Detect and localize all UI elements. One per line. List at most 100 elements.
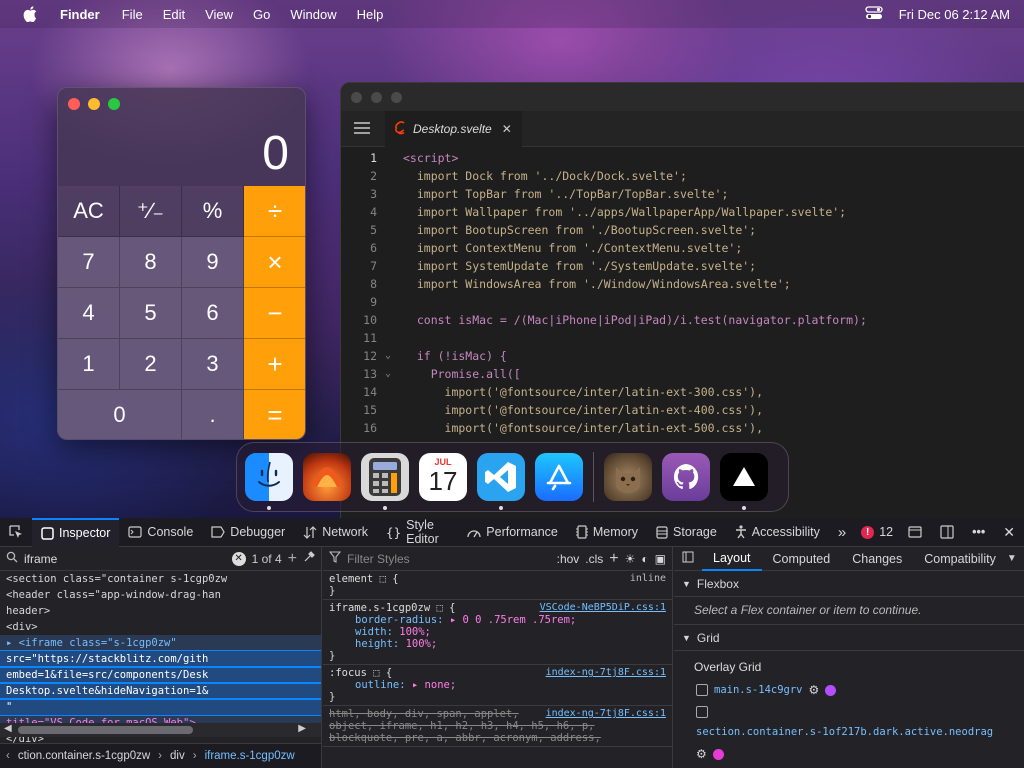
error-indicator[interactable]: ! 12 [855,518,899,547]
rule-source-link[interactable]: index-ng-7tj8F.css:1 [546,708,666,719]
markup-node[interactable]: Desktop.svelte&hideNavigation=1& [0,682,321,700]
eyedropper-icon[interactable] [303,551,315,566]
dock-side-icon[interactable] [931,518,963,547]
tab-computed[interactable]: Computed [762,547,842,571]
menubar-clock[interactable]: Fri Dec 06 2:12 AM [899,7,1010,22]
dock-wallpapers[interactable] [303,453,351,501]
markup-node[interactable]: header> [0,603,321,619]
print-icon[interactable]: ▣ [655,552,666,566]
dock-github[interactable] [662,453,710,501]
code-area[interactable]: 1 <script> 2 import Dock from '../Dock/Doc… [341,149,1024,437]
calc-key[interactable]: ⁺∕₋ [120,186,182,237]
grid-item[interactable]: section.container.s-1of217b.dark.active.… [674,702,1024,766]
css-declaration[interactable]: outline: ▸ none; [329,679,666,691]
tab-performance[interactable]: Performance [458,518,567,547]
hov-toggle[interactable]: :hov [557,552,580,566]
calc-key[interactable]: 9 [182,237,244,288]
markup-node[interactable]: embed=1&file=src/components/Desk [0,666,321,684]
breadcrumb-item[interactable]: iframe.s-1cgp0zw [205,750,295,762]
markup-node[interactable]: <div> [0,619,321,635]
calc-key[interactable]: 8 [120,237,182,288]
dock-calculator[interactable] [361,453,409,510]
calc-key[interactable]: 2 [120,339,182,390]
css-declaration[interactable]: height: 100%; [329,638,666,650]
search-input[interactable]: iframe [24,552,226,566]
apple-menu-icon[interactable] [0,6,60,22]
add-rule-icon[interactable]: + [609,550,618,568]
maximize-button[interactable] [391,92,402,103]
calc-key[interactable]: . [182,390,244,439]
tab-debugger[interactable]: Debugger [202,518,294,547]
dock-cat[interactable] [604,453,652,501]
grid-color-swatch[interactable] [712,748,724,760]
gear-icon[interactable]: ⚙ [809,682,820,698]
grid-color-swatch[interactable] [825,684,837,696]
tab-changes[interactable]: Changes [841,547,913,571]
tab-network[interactable]: Network [294,518,377,547]
markup-node[interactable]: ▸ <iframe class="s-1cgp0zw" [0,635,321,651]
markup-node[interactable]: <header class="app-window-drag-han [0,587,321,603]
dock-calendar[interactable]: JUL 17 [419,453,467,501]
rules-list[interactable]: inline element ⬚ {} VSCode-NeBP5DiP.css:1 i… [323,571,672,747]
calc-key[interactable]: 0 [58,390,182,439]
overflow-chevron-icon[interactable]: » [829,518,855,547]
menu-edit[interactable]: Edit [163,7,185,22]
css-rule[interactable]: index-ng-7tj8F.css:1 html, body, div, spa… [323,706,672,747]
calc-key[interactable]: = [244,390,305,439]
tab-desktop-svelte[interactable]: Desktop.svelte ✕ [385,111,522,147]
responsive-design-icon[interactable] [899,518,931,547]
tab-memory[interactable]: Memory [567,518,647,547]
tab-layout[interactable]: Layout [702,547,762,571]
markup-node[interactable]: " [0,698,321,716]
flexbox-section-header[interactable]: ▼ Flexbox [674,571,1024,597]
pick-element-icon[interactable] [0,518,32,547]
breadcrumb-item[interactable]: div [170,750,185,762]
menu-view[interactable]: View [205,7,233,22]
tab-accessibility[interactable]: Accessibility [726,518,829,547]
grid-checkbox[interactable] [696,706,708,718]
minimize-button[interactable] [88,98,100,110]
dock-appstore[interactable] [535,453,583,501]
rule-source-link[interactable]: inline [630,573,666,584]
css-rule[interactable]: index-ng-7tj8F.css:1:focus ⬚ {outline: ▸… [323,665,672,706]
menu-help[interactable]: Help [357,7,384,22]
rule-source-link[interactable]: VSCode-NeBP5DiP.css:1 [540,602,666,613]
gear-icon[interactable]: ⚙ [696,746,707,762]
calc-key[interactable]: 1 [58,339,120,390]
css-rule[interactable]: inline element ⬚ {} [323,571,672,600]
markup-node[interactable]: src="https://stackblitz.com/gith [0,650,321,668]
fold-chevron-icon[interactable]: ⌄ [385,365,391,383]
light-theme-icon[interactable]: ☀ [625,552,636,566]
dock-finder[interactable] [245,453,293,510]
toggle-sidebar-icon[interactable] [674,551,702,566]
calc-key[interactable]: 6 [182,288,244,339]
breadcrumb-item[interactable]: ction.container.s-1cgp0zw [18,750,150,762]
calc-key[interactable]: − [244,288,305,339]
dock-vercel[interactable] [720,453,768,510]
active-app-name[interactable]: Finder [60,7,100,22]
calc-key[interactable]: + [244,339,305,390]
hamburger-menu-icon[interactable] [353,121,371,135]
close-button[interactable] [351,92,362,103]
tab-storage[interactable]: Storage [647,518,726,547]
grid-checkbox[interactable] [696,684,708,696]
rule-source-link[interactable]: index-ng-7tj8F.css:1 [546,667,666,678]
menu-file[interactable]: File [122,7,143,22]
menu-go[interactable]: Go [253,7,270,22]
dock-vscode[interactable] [477,453,525,510]
close-button[interactable] [68,98,80,110]
tab-inspector[interactable]: Inspector [32,517,120,547]
grid-item[interactable]: main.s-14c9grv ⚙ [674,678,1024,702]
grid-section-header[interactable]: ▼ Grid [674,625,1024,651]
clear-search-icon[interactable]: ✕ [231,551,246,566]
control-center-icon[interactable] [865,5,883,23]
menu-window[interactable]: Window [290,7,336,22]
calc-key[interactable]: 7 [58,237,120,288]
tab-compatibility[interactable]: Compatibility [913,547,1007,571]
calc-key[interactable]: % [182,186,244,237]
calc-key[interactable]: ÷ [244,186,305,237]
css-rule[interactable]: VSCode-NeBP5DiP.css:1 iframe.s-1cgp0zw ⬚ … [323,600,672,665]
calc-key[interactable]: AC [58,186,120,237]
calc-key[interactable]: 5 [120,288,182,339]
cls-toggle[interactable]: .cls [585,552,603,566]
